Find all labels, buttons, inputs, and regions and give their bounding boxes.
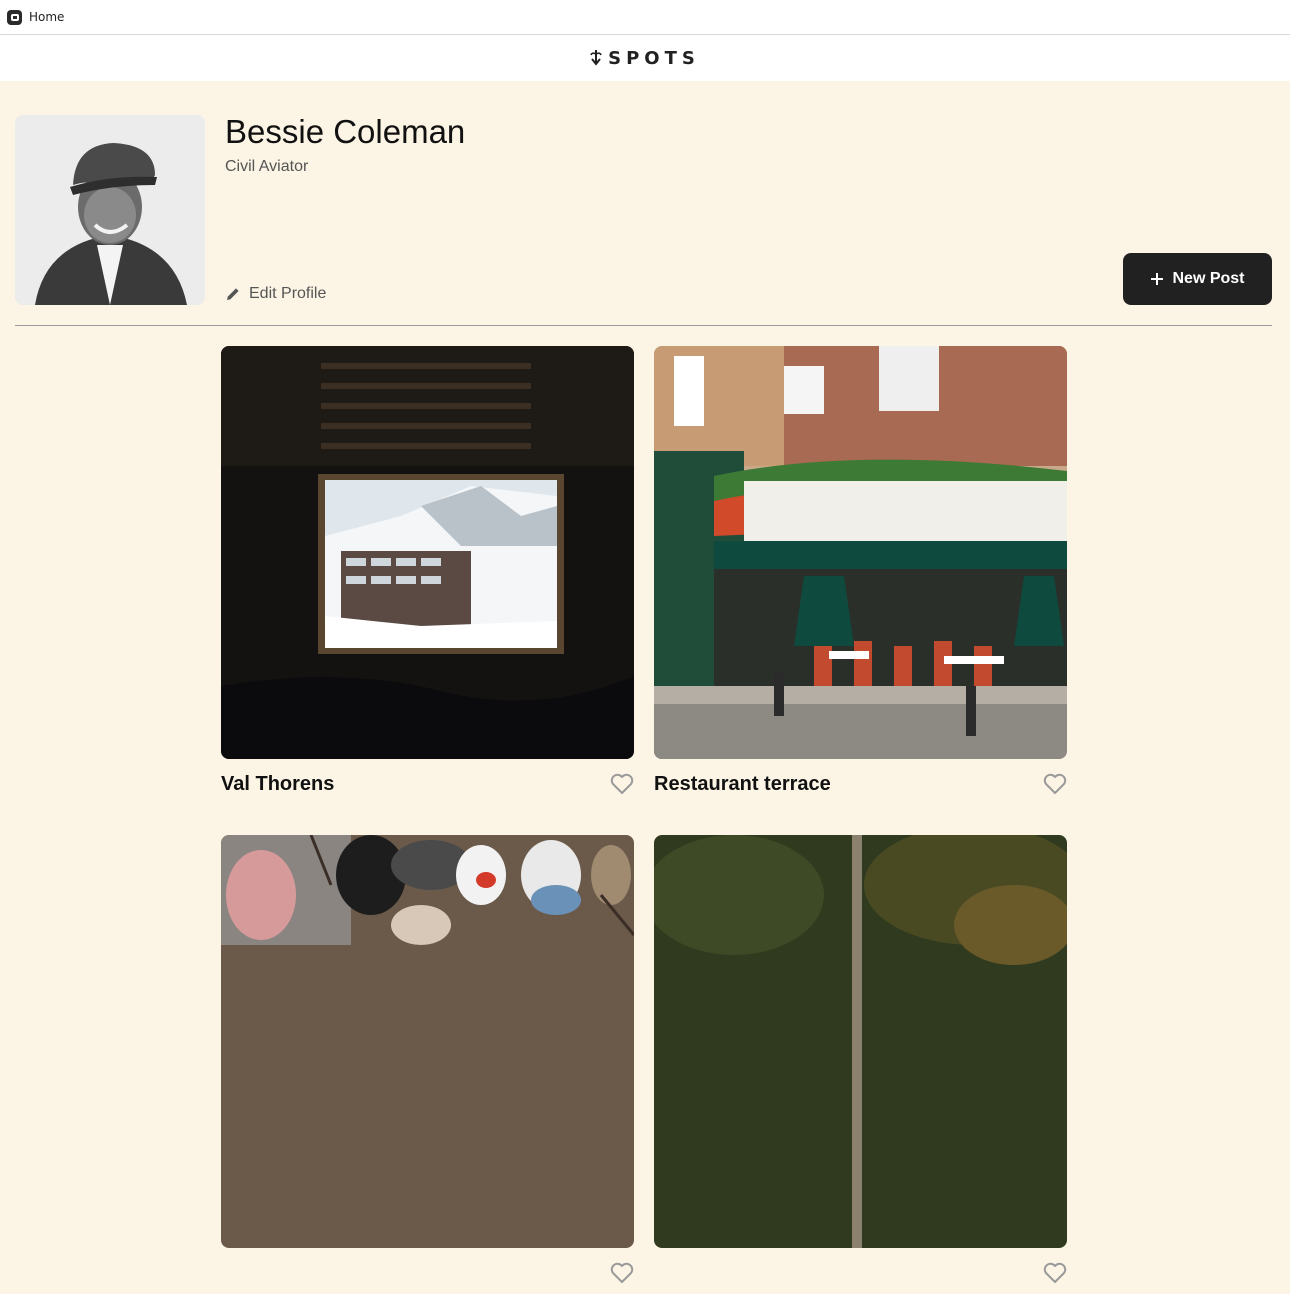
heart-outline-icon [1043,773,1067,794]
card [654,835,1067,1294]
new-post-button[interactable]: New Post [1123,253,1272,305]
sprout-arrow-icon [590,50,602,66]
profile-section: Bessie Coleman Civil Aviator Edit Profil… [0,81,1290,326]
card [221,835,634,1294]
avatar [15,115,205,305]
card-footer [654,1248,1067,1294]
new-post-label: New Post [1172,270,1245,287]
profile-name: Bessie Coleman [225,113,466,150]
cards-gallery: Val Thorens Restaurant terrace [221,346,1067,1294]
card-image[interactable] [654,346,1067,759]
logo[interactable]: SPOTS [590,48,700,69]
like-button[interactable] [1043,1262,1067,1284]
card-image[interactable] [221,346,634,759]
profile-divider [15,325,1272,326]
site-header: SPOTS [0,35,1290,81]
like-button[interactable] [610,1262,634,1284]
heart-outline-icon [1043,1262,1067,1283]
app-icon [7,9,22,25]
card-title: Restaurant terrace [654,772,831,795]
plus-icon [1151,273,1164,285]
edit-profile-button[interactable]: Edit Profile [225,285,326,303]
card-footer [221,1248,634,1294]
card: Restaurant terrace [654,346,1067,805]
edit-profile-label: Edit Profile [249,285,327,302]
window-title: Home [29,10,65,24]
card-footer: Val Thorens [221,759,634,805]
heart-outline-icon [610,773,634,794]
card-image[interactable] [221,835,634,1248]
card-title: Val Thorens [221,772,335,795]
avatar-photo [15,115,205,305]
card-footer: Restaurant terrace [654,759,1067,805]
logo-text: SPOTS [608,47,700,69]
pencil-icon [227,288,239,300]
window-titlebar: Home [0,0,1290,35]
like-button[interactable] [610,773,634,795]
card: Val Thorens [221,346,634,805]
card-image[interactable] [654,835,1067,1248]
like-button[interactable] [1043,773,1067,795]
heart-outline-icon [610,1262,634,1283]
profile-description: Civil Aviator [225,158,309,175]
